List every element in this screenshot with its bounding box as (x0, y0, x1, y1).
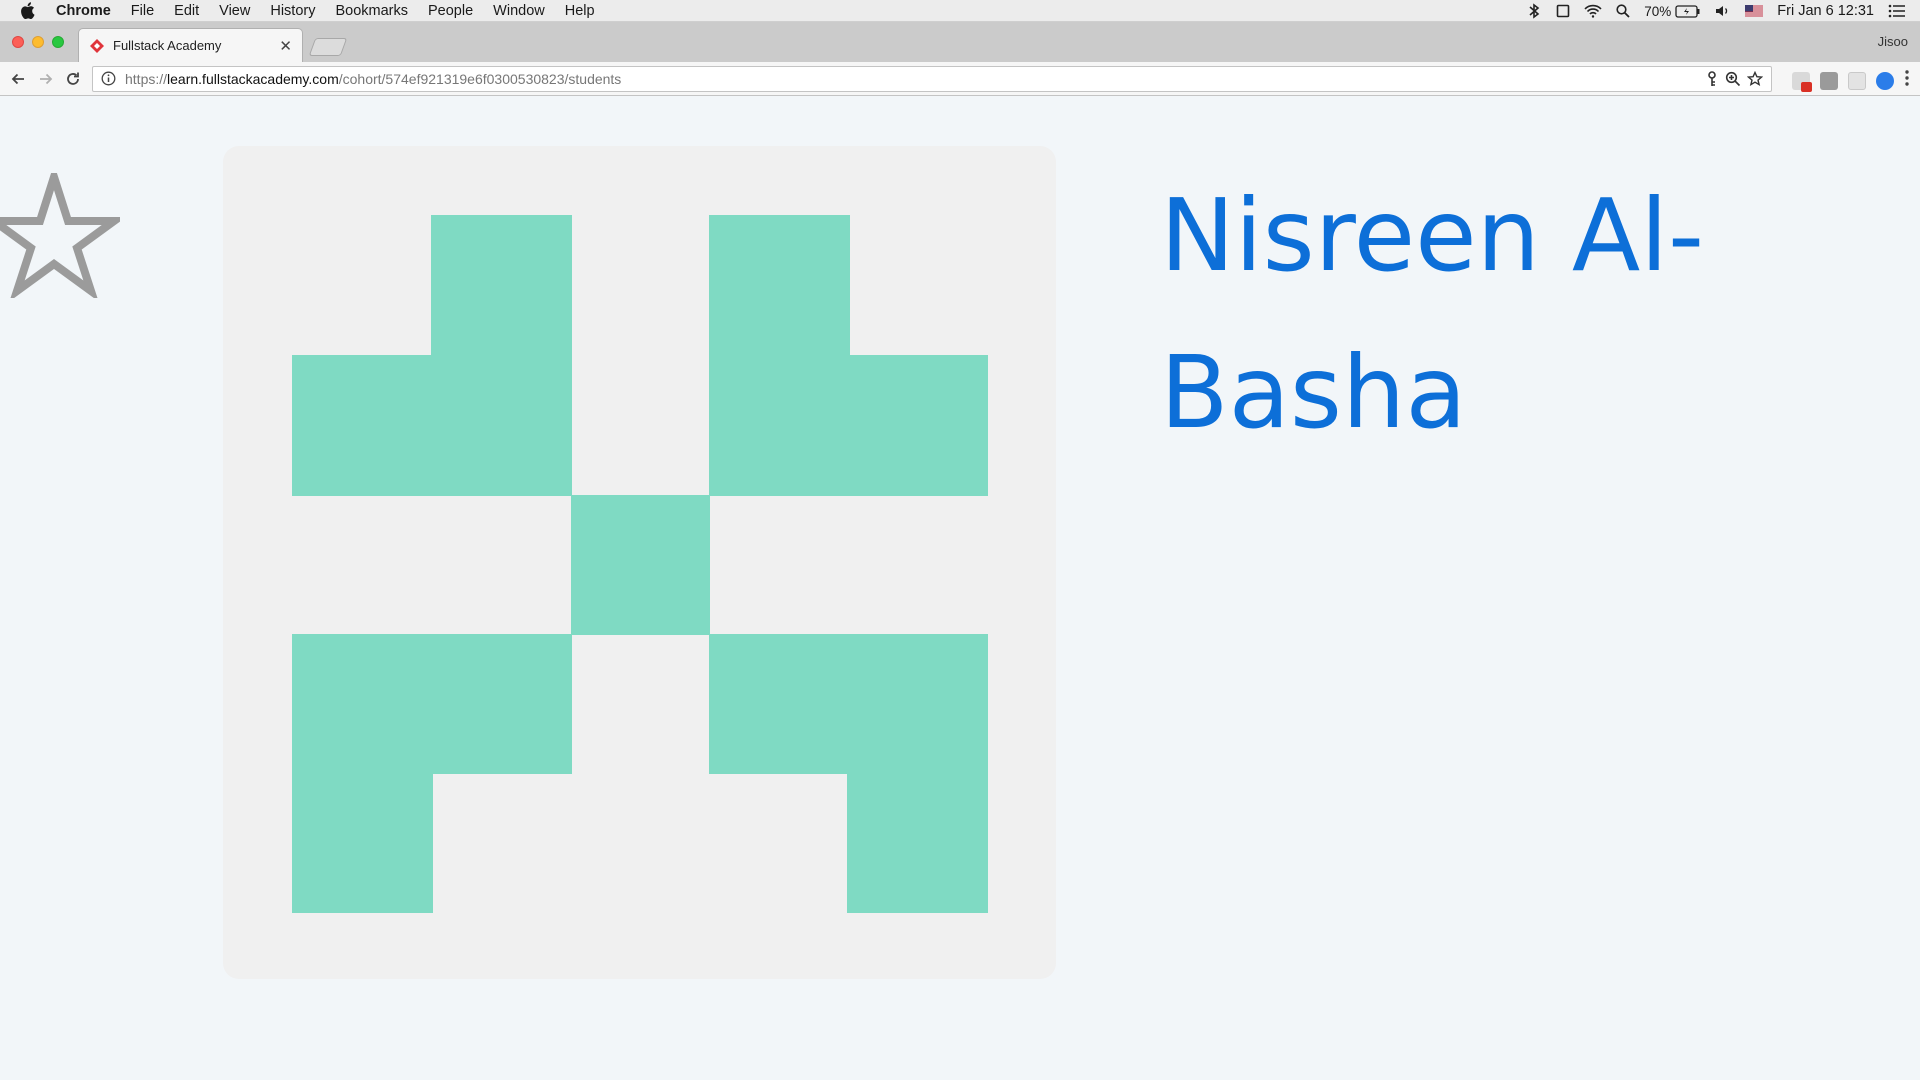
clock[interactable]: Fri Jan 6 12:31 (1777, 3, 1874, 19)
browser-toolbar: https://learn.fullstackacademy.com/cohor… (0, 62, 1920, 96)
battery-icon (1675, 4, 1700, 18)
extension-blue-icon[interactable] (1876, 71, 1894, 90)
site-info-icon[interactable] (101, 71, 117, 87)
identicon-block (292, 634, 572, 774)
page-content: Nisreen Al-Basha (0, 97, 1920, 1080)
identicon-block (292, 774, 433, 913)
menu-people[interactable]: People (428, 3, 473, 19)
bookmark-star-icon[interactable] (1746, 70, 1764, 90)
menu-app-chrome[interactable]: Chrome (56, 3, 111, 19)
zoom-icon[interactable] (1725, 71, 1741, 90)
menu-view[interactable]: View (219, 3, 250, 19)
back-button[interactable] (8, 69, 28, 89)
tab-strip: Fullstack Academy ✕ Jisoo (0, 22, 1920, 62)
student-name: Nisreen Al-Basha (1160, 177, 1705, 451)
wifi-icon[interactable] (1584, 4, 1602, 18)
bluetooth-icon[interactable] (1526, 3, 1542, 19)
extension-gray-icon[interactable] (1820, 71, 1838, 90)
identicon-block (431, 215, 572, 355)
identicon-block (571, 495, 710, 635)
reload-icon (67, 72, 79, 85)
input-source-flag-icon[interactable] (1745, 5, 1764, 17)
menu-history[interactable]: History (270, 3, 315, 19)
menu-edit[interactable]: Edit (174, 3, 199, 19)
menu-window[interactable]: Window (493, 3, 545, 19)
fullstack-favicon-icon (89, 38, 105, 54)
identicon-block (292, 355, 572, 496)
back-arrow-icon (11, 73, 24, 85)
menu-help[interactable]: Help (565, 3, 595, 19)
battery-percent: 70% (1644, 3, 1672, 19)
menu-bookmarks[interactable]: Bookmarks (335, 3, 408, 19)
volume-icon[interactable] (1715, 4, 1731, 18)
tab-fullstack-academy[interactable]: Fullstack Academy ✕ (78, 28, 303, 62)
url-path: /cohort/574ef921319e6f0300530823/student… (338, 71, 622, 87)
url-host: learn.fullstackacademy.com (167, 71, 339, 87)
tab-title: Fullstack Academy (113, 38, 222, 53)
key-icon[interactable] (1705, 71, 1719, 90)
url-scheme: https:// (125, 71, 168, 87)
student-avatar (223, 146, 1056, 979)
battery-status[interactable]: 70% (1644, 4, 1701, 19)
window-zoom-button[interactable] (52, 36, 64, 48)
chrome-menu-icon[interactable] (1904, 69, 1910, 92)
identicon-block (709, 215, 850, 355)
window-minimize-button[interactable] (32, 36, 44, 48)
new-tab-button[interactable] (308, 38, 348, 56)
favorite-star-icon[interactable] (0, 163, 127, 302)
profile-name[interactable]: Jisoo (1878, 34, 1908, 49)
identicon-block (709, 634, 988, 774)
identicon-image (292, 215, 988, 913)
address-bar[interactable]: https://learn.fullstackacademy.com/cohor… (92, 66, 1772, 92)
apple-icon[interactable] (20, 2, 38, 19)
identicon-block (709, 355, 988, 496)
extension-grid-icon[interactable] (1848, 71, 1866, 90)
tab-close-icon[interactable]: ✕ (279, 37, 292, 55)
notification-center-icon[interactable] (1888, 4, 1906, 18)
forward-button[interactable] (36, 69, 56, 89)
screen-icon[interactable] (1556, 4, 1570, 18)
spotlight-icon[interactable] (1616, 4, 1630, 18)
forward-arrow-icon (40, 73, 53, 85)
window-close-button[interactable] (12, 36, 24, 48)
identicon-block (847, 774, 988, 913)
extension-badge-icon[interactable] (1792, 71, 1812, 92)
menu-bar: Chrome File Edit View History Bookmarks … (0, 0, 1920, 22)
menu-file[interactable]: File (131, 3, 154, 19)
reload-button[interactable] (63, 69, 83, 89)
